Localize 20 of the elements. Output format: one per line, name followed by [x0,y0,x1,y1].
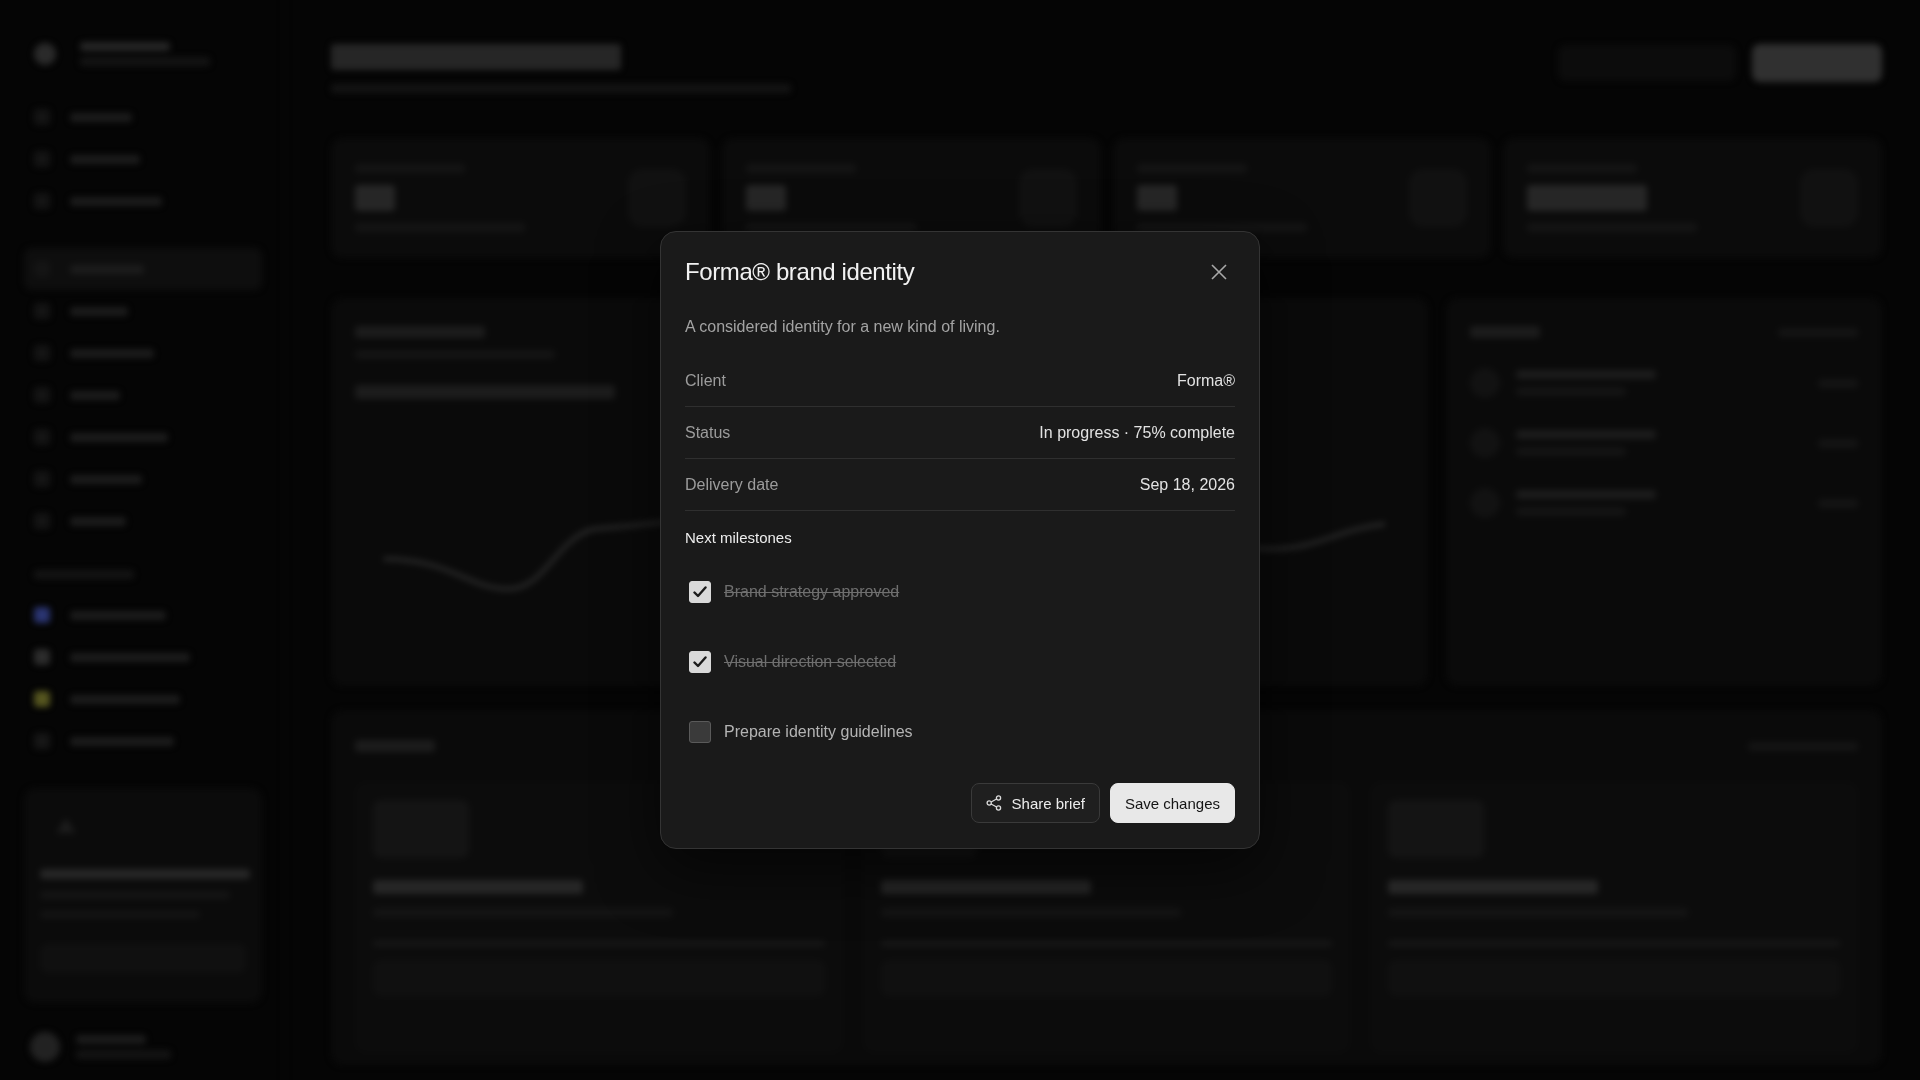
milestones-heading: Next milestones [685,529,793,547]
checkmark-icon [693,656,707,668]
detail-label: Delivery date [685,475,779,494]
close-icon [1211,264,1227,280]
close-button[interactable] [1209,262,1229,282]
dialog-description: A considered identity for a new kind of living. [685,317,1001,337]
checkmark-icon [693,586,707,598]
detail-value: In progress · 75% complete [1039,423,1235,442]
milestone-label: Prepare identity guidelines [724,723,913,741]
share-button[interactable]: Share brief [970,783,1100,823]
detail-value: Sep 18, 2026 [1139,475,1235,494]
checkbox[interactable] [689,721,711,743]
detail-label: Status [685,423,731,442]
detail-value: Forma® [1177,371,1235,390]
save-button[interactable]: Save changes [1109,783,1235,823]
milestone-label: Brand strategy approved [724,583,900,601]
milestone-label: Visual direction selected [724,653,897,671]
detail-label: Client [685,371,726,390]
share-icon [985,795,1002,811]
dialog-title: Forma® brand identity [685,260,915,284]
